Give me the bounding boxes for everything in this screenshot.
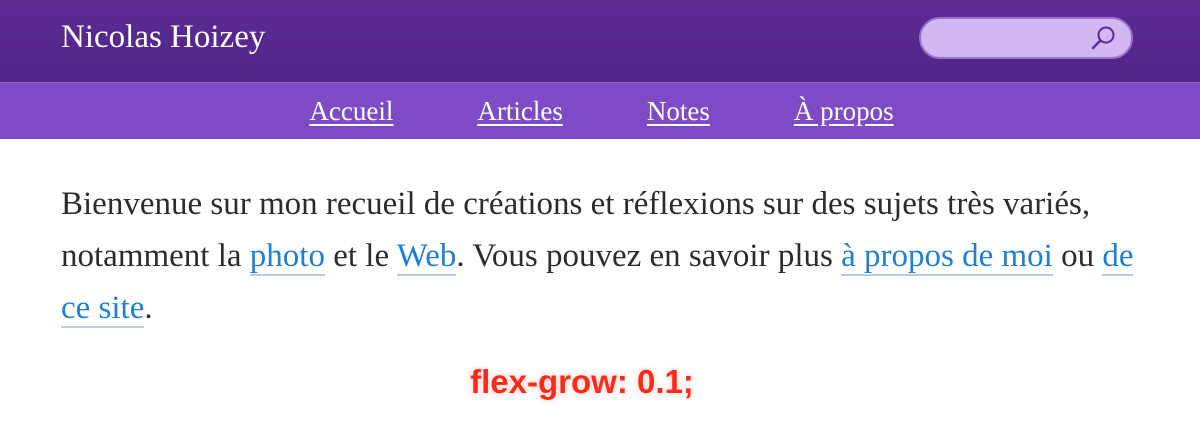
nav-item-articles[interactable]: Articles	[477, 94, 562, 128]
intro-paragraph: Bienvenue sur mon recueil de créations e…	[61, 178, 1151, 334]
main-nav: Accueil Articles Notes À propos	[0, 82, 1200, 139]
intro-text: .	[144, 290, 153, 326]
web-link[interactable]: Web	[396, 238, 457, 276]
search-icon[interactable]	[1089, 24, 1117, 52]
photo-link[interactable]: photo	[249, 238, 325, 276]
site-title[interactable]: Nicolas Hoizey	[61, 17, 265, 57]
nav-item-a-propos[interactable]: À propos	[794, 94, 894, 128]
nav-item-accueil[interactable]: Accueil	[309, 94, 393, 128]
intro-text: . Vous pouvez en savoir plus	[456, 238, 842, 274]
css-annotation: flex-grow: 0.1;	[470, 363, 694, 400]
intro-text: et le	[324, 238, 397, 274]
search-box[interactable]	[919, 17, 1133, 59]
site-header: Nicolas Hoizey	[0, 0, 1200, 82]
nav-item-notes[interactable]: Notes	[647, 94, 710, 128]
about-me-link[interactable]: à propos de moi	[841, 238, 1053, 276]
intro-text: ou	[1052, 238, 1103, 274]
